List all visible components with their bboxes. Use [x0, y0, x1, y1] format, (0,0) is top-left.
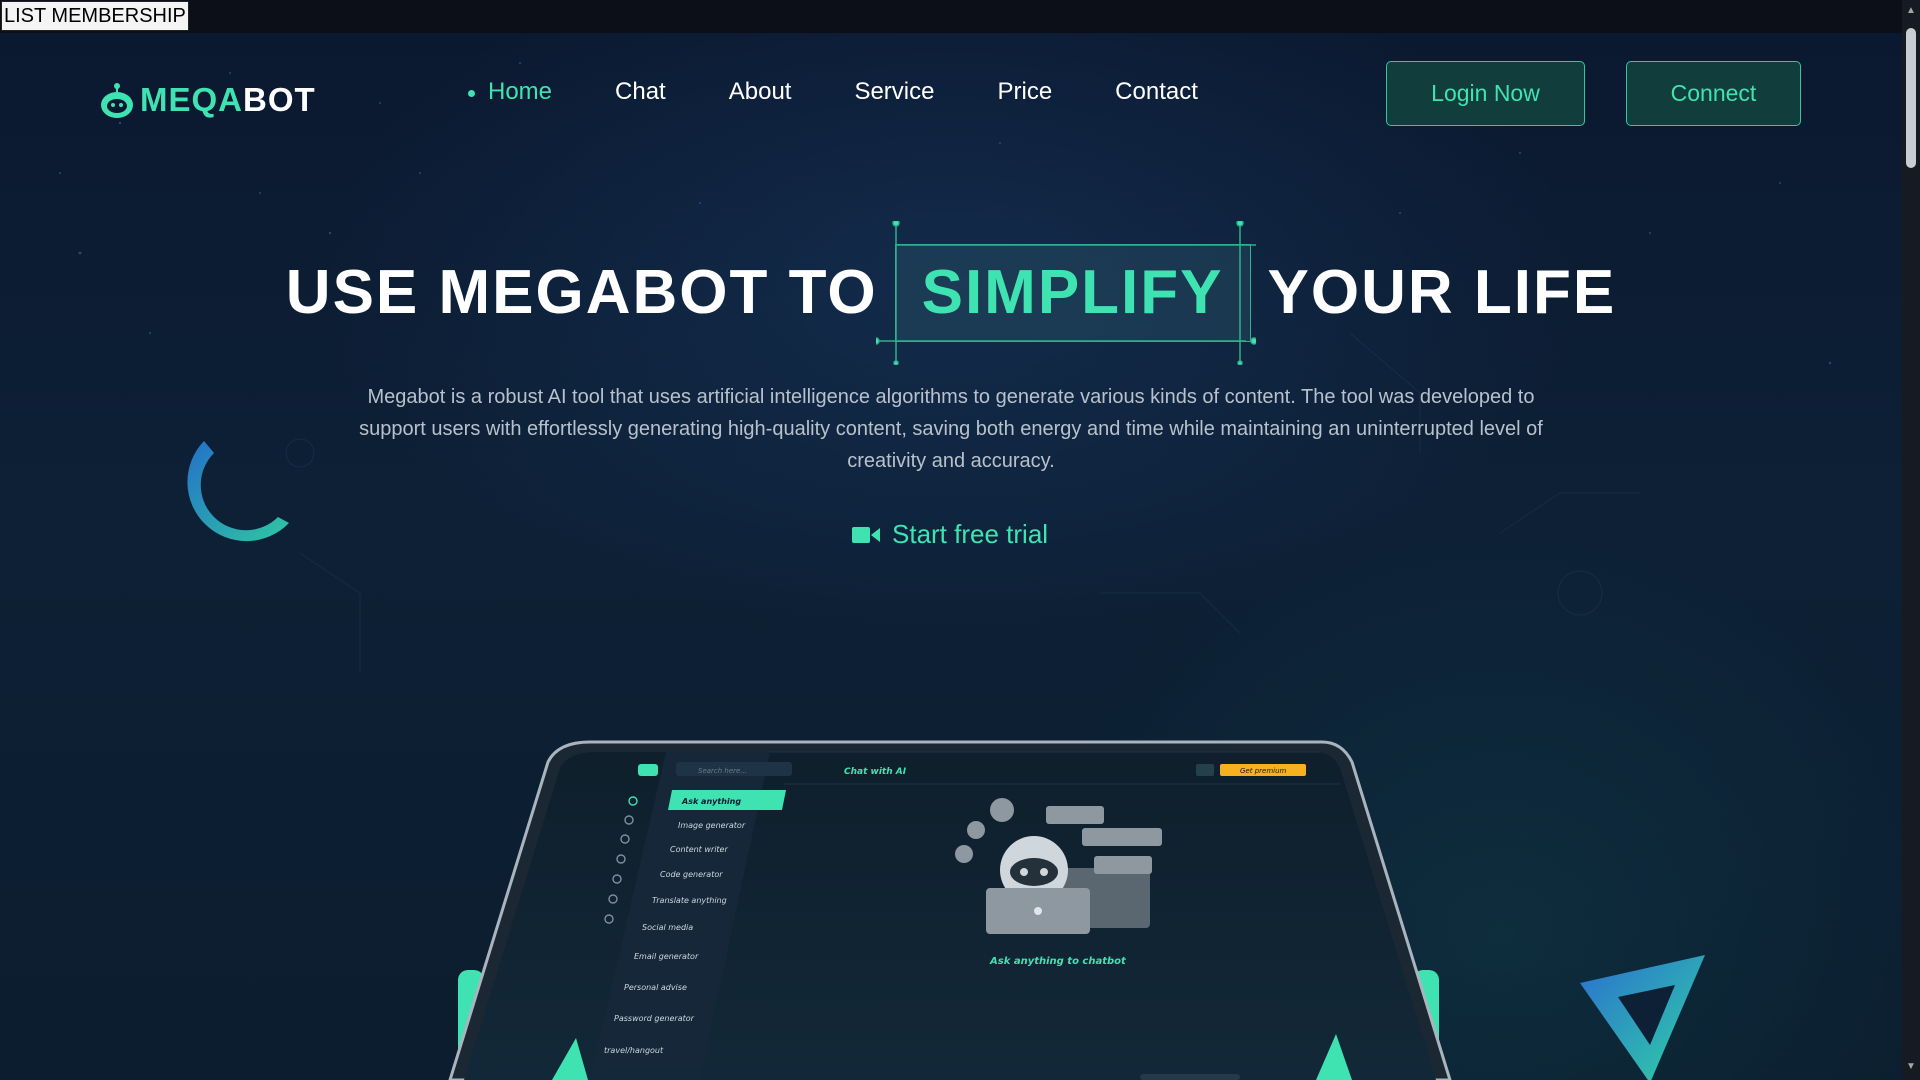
mockup-menu-item-3: Code generator — [660, 870, 723, 879]
start-free-trial-button[interactable]: Start free trial — [852, 519, 1048, 550]
hero-title-after: YOUR LIFE — [1267, 258, 1617, 327]
mockup-menu-item-1: Image generator — [678, 821, 746, 830]
nav-service[interactable]: Service — [854, 77, 934, 107]
mockup-search-placeholder: Search here... — [698, 767, 747, 775]
mockup-header-title: Chat with AI — [844, 767, 907, 777]
video-camera-icon — [852, 526, 880, 543]
login-now-button[interactable]: Login Now — [1386, 61, 1585, 126]
mockup-menu-item-2: Content writer — [670, 845, 728, 854]
mockup-menu-item-8: Password generator — [614, 1014, 695, 1023]
mockup-menu-item-9: travel/hangout — [604, 1046, 664, 1055]
nav-home[interactable]: Home — [468, 77, 552, 107]
main-navigation: Home Chat About Service Price Contact — [468, 77, 1198, 107]
nav-contact[interactable]: Contact — [1115, 77, 1198, 107]
mockup-menu-item-0: Ask anything — [681, 797, 741, 806]
scroll-down-icon[interactable]: ▼ — [1906, 1062, 1916, 1072]
app-mockup-tablet: Search here... Chat with AI Get premium … — [448, 740, 1452, 1080]
nav-about[interactable]: About — [729, 77, 792, 107]
list-membership-button[interactable]: LIST MEMBERSHIP — [1, 1, 189, 31]
logo-wordmark-base: BOT — [243, 81, 316, 118]
mockup-premium-label: Get premium — [1240, 767, 1287, 775]
mockup-menu-item-6: Email generator — [634, 952, 699, 961]
mockup-logo-icon — [638, 764, 658, 776]
mockup-menu-item-4: Translate anything — [652, 896, 727, 905]
logo-wordmark: MEQABOT — [140, 81, 316, 119]
page-scrollbar[interactable]: ▲ ▼ — [1902, 0, 1920, 1080]
scroll-up-icon[interactable]: ▲ — [1906, 6, 1916, 16]
start-free-trial-label: Start free trial — [892, 519, 1049, 549]
hero-title-before: USE MEGABOT TO — [285, 258, 878, 327]
triangle-decoration-icon — [1580, 955, 1705, 1080]
hero-title-highlight: SIMPLIFY — [894, 244, 1251, 342]
mockup-empty-caption: Ask anything to chatbot — [989, 956, 1127, 967]
mockup-menu-item-7: Personal advise — [624, 983, 687, 992]
robot-logo-icon — [101, 83, 133, 118]
browser-topbar: LIST MEMBERSHIP — [0, 0, 1920, 33]
crescent-decoration-icon — [187, 441, 289, 542]
hero-title-highlight-frame: SIMPLIFY — [875, 221, 1256, 365]
nav-price[interactable]: Price — [997, 77, 1052, 107]
page-hero-section: MEQABOT Home Chat About Service Price Co… — [0, 33, 1902, 1080]
logo-wordmark-accent: MEQA — [140, 81, 243, 118]
nav-chat[interactable]: Chat — [615, 77, 666, 107]
connect-button[interactable]: Connect — [1626, 61, 1801, 126]
hero-title: USE MEGABOT TO SIMPLIFY YOUR LIFE — [0, 221, 1902, 365]
mockup-menu-item-5: Social media — [642, 923, 693, 932]
scroll-thumb[interactable] — [1906, 28, 1916, 168]
megabot-logo[interactable]: MEQABOT — [100, 75, 316, 125]
hero-description: Megabot is a robust AI tool that uses ar… — [359, 386, 1543, 472]
